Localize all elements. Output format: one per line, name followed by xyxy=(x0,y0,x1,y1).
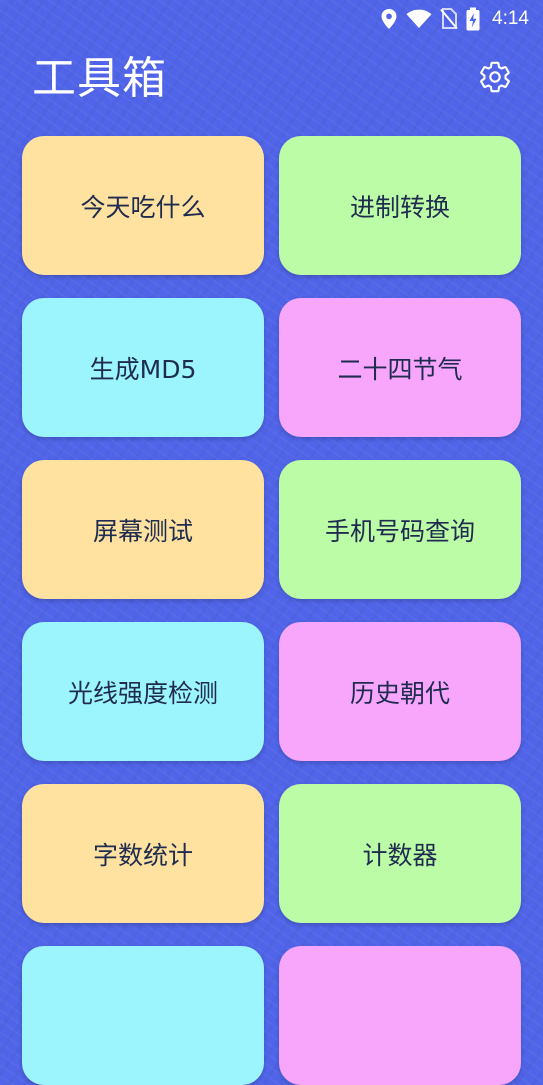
tool-label: 字数统计 xyxy=(92,840,193,870)
tool-base-convert[interactable]: 进制转换 xyxy=(279,136,521,275)
tool-label: 手机号码查询 xyxy=(324,516,475,546)
tool-today-eat[interactable]: 今天吃什么 xyxy=(22,136,264,275)
tool-word-count[interactable]: 字数统计 xyxy=(22,784,264,923)
gear-icon xyxy=(478,60,512,98)
tool-label: 生成MD5 xyxy=(89,354,197,384)
tool-label: 历史朝代 xyxy=(349,678,450,708)
status-bar: 4:14 xyxy=(0,0,543,40)
tool-md5[interactable]: 生成MD5 xyxy=(22,298,264,437)
tool-light-meter[interactable]: 光线强度检测 xyxy=(22,622,264,761)
tool-phone-lookup[interactable]: 手机号码查询 xyxy=(279,460,521,599)
tool-solar-terms[interactable]: 二十四节气 xyxy=(279,298,521,437)
tool-label: 屏幕测试 xyxy=(92,516,193,546)
tool-label: 进制转换 xyxy=(349,192,450,222)
status-icons: 4:14 xyxy=(380,6,529,32)
tool-dynasties[interactable]: 历史朝代 xyxy=(279,622,521,761)
page-title: 工具箱 xyxy=(32,53,167,104)
tool-screen-test[interactable]: 屏幕测试 xyxy=(22,460,264,599)
tools-grid: 今天吃什么 进制转换 生成MD5 二十四节气 屏幕测试 手机号码查询 光线强度检… xyxy=(22,136,521,1085)
tool-label: 今天吃什么 xyxy=(80,192,206,222)
location-icon xyxy=(380,8,398,30)
tool-label: 光线强度检测 xyxy=(67,678,218,708)
status-time: 4:14 xyxy=(492,8,529,29)
battery-charging-icon xyxy=(466,7,480,31)
settings-button[interactable] xyxy=(476,60,514,98)
tool-counter[interactable]: 计数器 xyxy=(279,784,521,923)
tool-label: 二十四节气 xyxy=(337,354,463,384)
wifi-icon xyxy=(406,9,432,29)
tool-label: 计数器 xyxy=(362,840,438,870)
no-sim-icon xyxy=(440,8,458,30)
